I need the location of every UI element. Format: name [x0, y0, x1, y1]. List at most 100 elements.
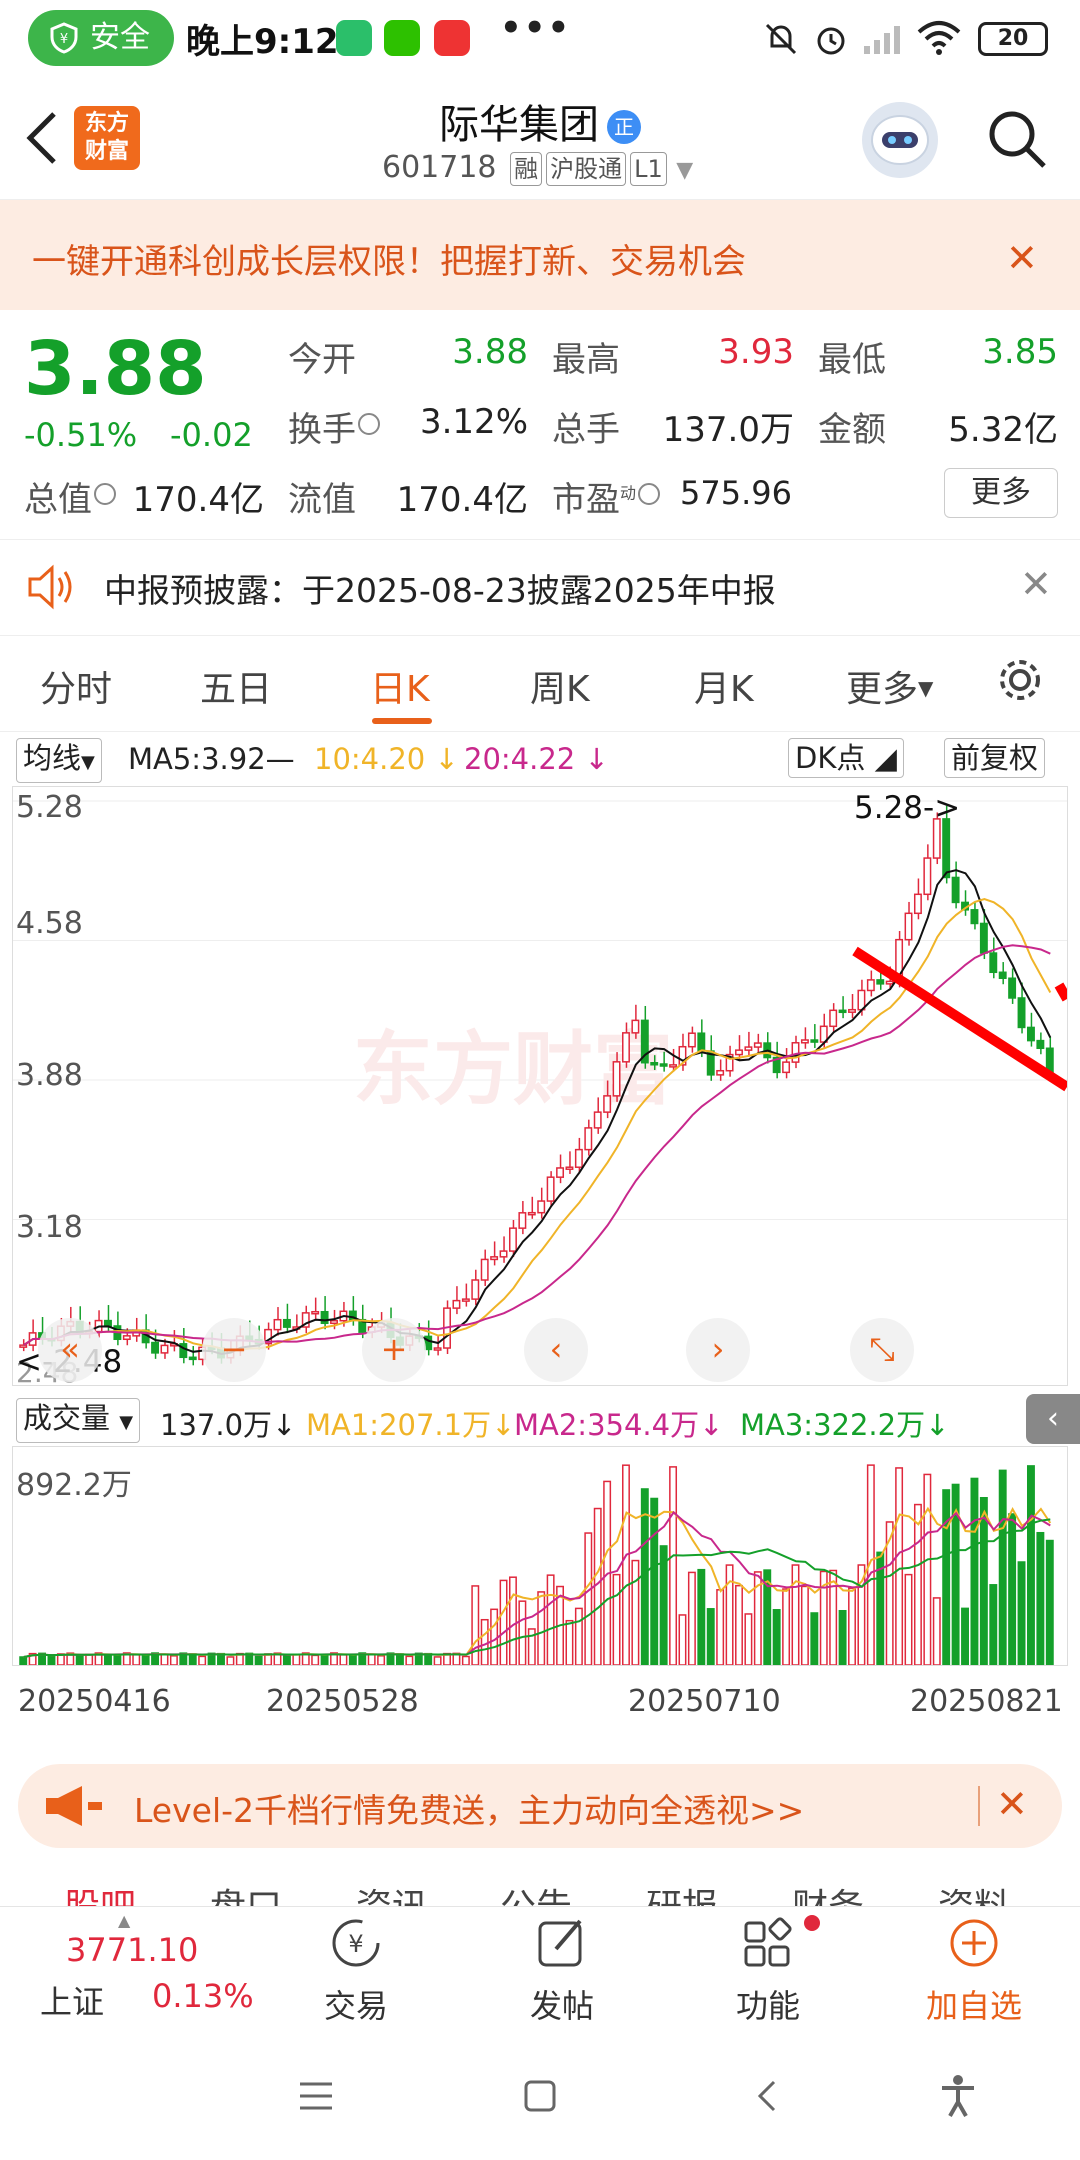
add-watchlist-button[interactable]: 加自选 [914, 1915, 1034, 2027]
volume-current: 137.0万↓ [160, 1408, 297, 1442]
tab-weekly-k[interactable]: 周K [530, 660, 590, 712]
volume-legend: 成交量 ▼ 137.0万↓ MA1:207.1万↓ MA2:354.4万↓ MA… [0, 1394, 1080, 1444]
search-icon[interactable] [984, 106, 1050, 172]
candle [565, 1166, 574, 1170]
home-icon[interactable] [522, 2078, 558, 2114]
candle [160, 1344, 169, 1354]
safe-badge[interactable]: ¥ 安全 [28, 10, 174, 66]
candle [687, 1032, 696, 1048]
trade-button[interactable]: ¥ 交易 [296, 1915, 416, 2027]
edit-icon [538, 1919, 582, 1967]
notice-text: 中报预披露：于2025-08-23披露2025年中报 [104, 571, 776, 610]
open-value: 3.88 [452, 332, 528, 372]
volume-bar [508, 1576, 517, 1666]
candle [490, 1256, 499, 1261]
wifi-icon [917, 21, 961, 55]
volume-bar [546, 1574, 555, 1666]
wechat-icon [384, 20, 420, 56]
tab-daily-k[interactable]: 日K [370, 660, 430, 712]
kline-chart[interactable]: 东方财富 [12, 786, 1072, 1386]
candle [631, 1019, 640, 1034]
volume-bar [998, 1469, 1007, 1666]
candle [188, 1356, 197, 1361]
candle [452, 1299, 461, 1309]
high-marker: 5.28-> [854, 790, 961, 826]
volume-bar [800, 1585, 809, 1666]
tab-five-day[interactable]: 五日 [200, 660, 272, 712]
trade-icon: ¥ [332, 1919, 380, 1967]
close-icon[interactable]: ✕ [1006, 236, 1038, 280]
accessibility-icon[interactable] [938, 2074, 978, 2118]
menu-icon[interactable] [298, 2080, 334, 2112]
tab-forum[interactable]: 股吧 [64, 1878, 136, 1908]
level2-banner[interactable]: Level-2千档行情免费送，主力动向全透视>> ✕ [18, 1764, 1062, 1848]
ma-selector[interactable]: 均线▼ [16, 738, 102, 783]
stock-code-line[interactable]: 601718 融沪股通 L1 ▼ [382, 150, 693, 186]
assistant-robot-icon[interactable] [862, 102, 938, 178]
tab-announcements[interactable]: 公告 [500, 1878, 572, 1908]
candle [1008, 977, 1017, 999]
functions-button[interactable]: 功能 [708, 1915, 828, 2027]
tab-intraday[interactable]: 分时 [40, 660, 112, 712]
close-icon[interactable]: ✕ [1020, 562, 1052, 606]
level-tag: L1 [630, 152, 667, 186]
change-percent: -0.51% [24, 416, 138, 454]
x-label-1: 20250416 [18, 1684, 171, 1719]
close-icon[interactable]: ✕ [996, 1782, 1028, 1826]
volume-bar [471, 1585, 480, 1666]
fullscreen-icon[interactable]: ⤡ [850, 1318, 914, 1382]
scroll-right-icon[interactable]: › [686, 1318, 750, 1382]
back-nav-icon[interactable] [752, 2078, 782, 2114]
turnover-label[interactable]: 换手 [288, 402, 380, 451]
stock-code: 601718 [382, 150, 497, 185]
index-name: 上证 [40, 1983, 105, 2021]
status-bar: ¥ 安全 晚上9:12 ••• 20 [0, 0, 1080, 80]
mktcap-label[interactable]: 总值 [24, 472, 116, 521]
index-value[interactable]: 3771.10 [66, 1931, 198, 1969]
tab-financials[interactable]: 财务 [792, 1878, 864, 1908]
promo-banner[interactable]: 一键开通科创成长层权限！把握打新、交易机会 ✕ [0, 200, 1080, 310]
volume-chart[interactable] [12, 1446, 1068, 1666]
more-button[interactable]: 更多 [944, 468, 1058, 518]
tab-research[interactable]: 研报 [646, 1878, 718, 1908]
volume-bar [810, 1612, 819, 1666]
notice-bar[interactable]: 中报预披露：于2025-08-23披露2025年中报 ✕ [0, 540, 1080, 636]
volume-bar [367, 1653, 376, 1666]
plus-circle-icon [950, 1919, 998, 1967]
volume-bar [377, 1655, 386, 1666]
volume-selector[interactable]: 成交量 ▼ [16, 1398, 141, 1443]
candle [282, 1318, 291, 1328]
post-button[interactable]: 发帖 [502, 1915, 622, 2027]
candle [104, 1319, 112, 1327]
candle [1026, 1026, 1035, 1042]
candle [499, 1250, 508, 1258]
zoom-out-icon[interactable]: − [202, 1318, 266, 1382]
turnover-value: 3.12% [419, 402, 528, 442]
tab-profile[interactable]: 资料 [938, 1878, 1010, 1908]
low-label: 最低 [818, 340, 886, 380]
candle [518, 1212, 527, 1229]
gear-icon[interactable] [994, 654, 1046, 706]
candle [659, 1063, 668, 1067]
volume-bar [725, 1564, 734, 1666]
scroll-left-icon[interactable]: ‹ [524, 1318, 588, 1382]
candle [810, 1039, 819, 1043]
volume-bar [612, 1573, 621, 1666]
volume-bar [160, 1653, 169, 1666]
adjust-button[interactable]: 前复权 [944, 738, 1046, 778]
dk-point-button[interactable]: DK点 ◢ [788, 738, 904, 778]
volume-bar [970, 1477, 979, 1666]
candle [622, 1032, 630, 1063]
candle [603, 1095, 612, 1113]
volume-bar [19, 1656, 28, 1666]
volume-bar [697, 1568, 706, 1666]
scroll-left-double-icon[interactable]: « [38, 1318, 102, 1382]
volume-bar [687, 1571, 696, 1666]
tab-more[interactable]: 更多▼ [846, 660, 933, 712]
tab-news[interactable]: 资讯 [356, 1878, 428, 1908]
tab-monthly-k[interactable]: 月K [694, 660, 754, 712]
status-time: 晚上9:12 [186, 22, 339, 62]
zoom-in-icon[interactable]: + [362, 1318, 426, 1382]
collapse-panel-icon[interactable]: ‹ [1026, 1394, 1080, 1444]
tab-orderbook[interactable]: 盘口 [210, 1878, 282, 1908]
